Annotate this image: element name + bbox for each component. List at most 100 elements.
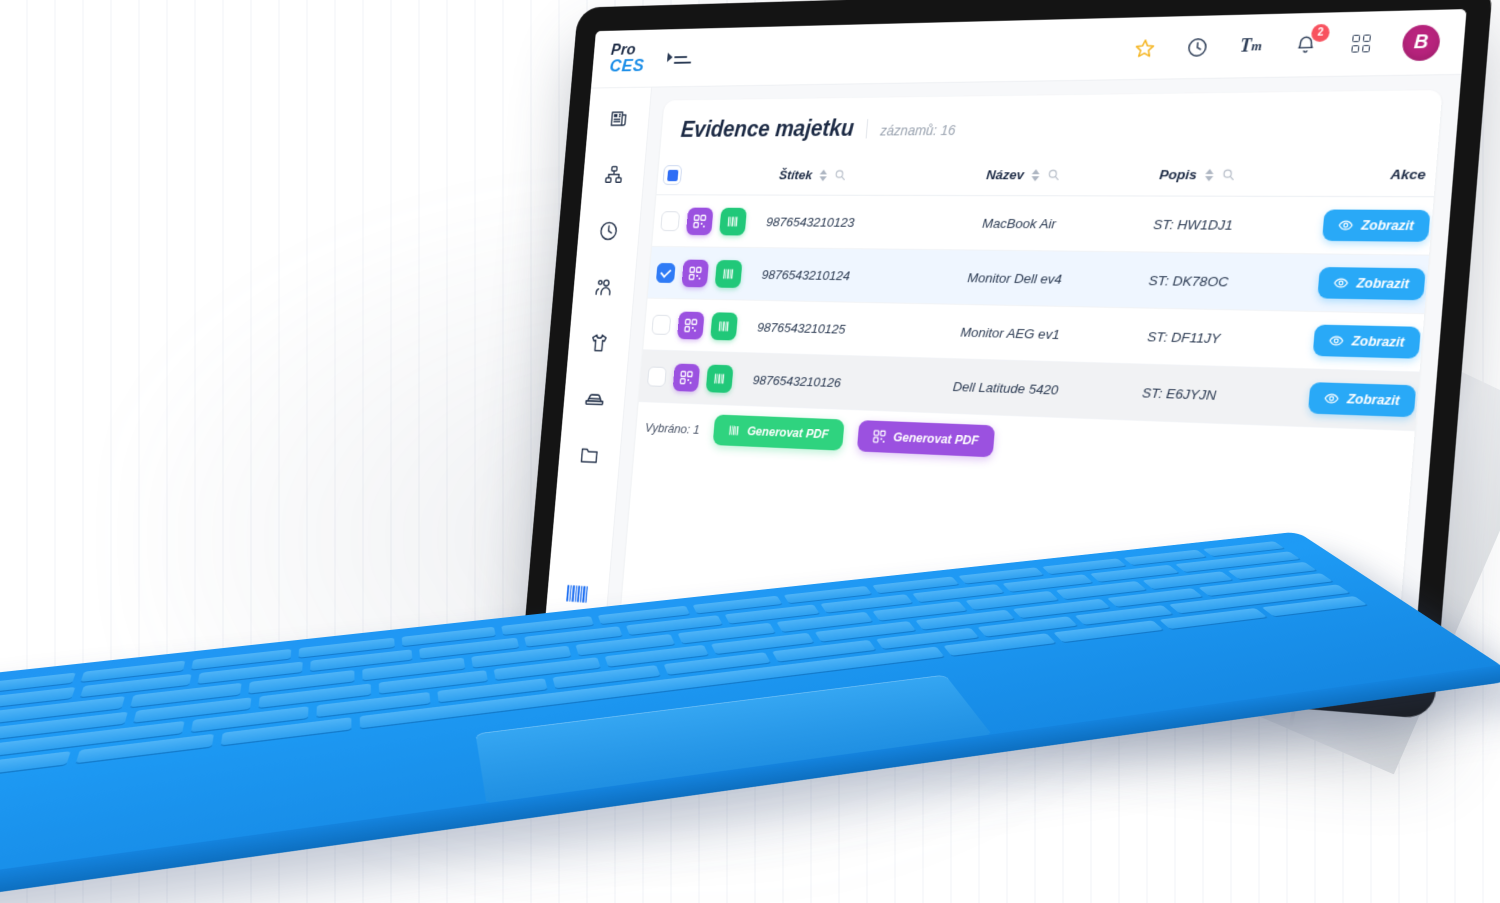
- qr-code-icon[interactable]: [686, 207, 714, 235]
- page-title: Evidence majetku: [680, 115, 855, 142]
- show-button[interactable]: Zobrazit: [1318, 267, 1426, 300]
- show-button-label: Zobrazit: [1346, 392, 1400, 409]
- sidebar-item-history[interactable]: [593, 216, 624, 244]
- barcode-icon[interactable]: [715, 260, 743, 288]
- generate-pdf-qr-label: Generovat PDF: [893, 430, 980, 447]
- sidebar-item-clothing[interactable]: [583, 328, 614, 357]
- search-tag-icon[interactable]: [834, 169, 847, 182]
- app-logo[interactable]: Pro CES: [609, 41, 647, 76]
- notifications-bell-icon[interactable]: 2: [1290, 31, 1320, 59]
- row-desc-value: ST: HW1DJ1: [1105, 196, 1283, 254]
- select-all-checkbox[interactable]: [662, 165, 682, 185]
- sidebar-item-people[interactable]: [588, 272, 619, 301]
- header-select-all-cell: [656, 150, 694, 195]
- topbar-icons: Tт 2 B: [1130, 24, 1441, 66]
- show-button-label: Zobrazit: [1351, 334, 1405, 350]
- history-clock-icon[interactable]: [1183, 33, 1212, 60]
- apps-grid-icon[interactable]: [1346, 30, 1376, 58]
- row-tag-value: 9876543210125: [757, 319, 846, 336]
- row-actions-cell: Zobrazit: [1265, 368, 1443, 435]
- sort-name-icon[interactable]: [1031, 169, 1040, 181]
- header-tag[interactable]: Štítek: [691, 149, 939, 196]
- row-name-value: Monitor AEG ev1: [922, 304, 1101, 363]
- row-actions-cell: Zobrazit: [1279, 196, 1443, 256]
- edit-button[interactable]: [1432, 267, 1443, 302]
- table-head: Štítek Název Popis Akce: [656, 146, 1442, 197]
- logo-line-2: CES: [609, 57, 645, 76]
- notification-badge: 2: [1311, 23, 1330, 41]
- sidebar-item-files[interactable]: [574, 440, 605, 469]
- avatar[interactable]: B: [1401, 24, 1441, 61]
- row-tag-cell: 9876543210123: [652, 195, 935, 250]
- header-name-label: Název: [986, 167, 1025, 182]
- qr-code-icon[interactable]: [677, 311, 705, 339]
- show-button[interactable]: Zobrazit: [1308, 382, 1416, 417]
- pencil-icon: [1437, 335, 1442, 351]
- hamburger-menu-icon[interactable]: [668, 47, 692, 68]
- row-tag-cell: 9876543210125: [643, 298, 926, 358]
- assets-table: Štítek Název Popis Akce 9876543210123 Ma…: [639, 146, 1443, 435]
- sidebar-spacer: [580, 497, 586, 566]
- show-button[interactable]: Zobrazit: [1322, 210, 1430, 242]
- row-actions-cell: Zobrazit: [1274, 253, 1442, 315]
- selected-count-label: Vybráno: 1: [645, 420, 701, 436]
- row-desc-value: ST: E6JYJN: [1091, 363, 1269, 425]
- header-desc-label: Popis: [1159, 167, 1198, 182]
- edit-button[interactable]: [1422, 385, 1442, 420]
- generate-pdf-barcode-label: Generovat PDF: [747, 424, 830, 441]
- qr-code-icon: [872, 429, 886, 443]
- row-name-value: Monitor Dell ev4: [926, 250, 1105, 308]
- show-button[interactable]: Zobrazit: [1313, 325, 1421, 359]
- card-header: Evidence majetku záznamů: 16: [660, 90, 1442, 150]
- eye-icon: [1338, 218, 1354, 233]
- header-name[interactable]: Název: [935, 148, 1113, 196]
- favorites-star-icon[interactable]: [1131, 35, 1159, 62]
- row-desc-value: ST: DF11JY: [1096, 307, 1274, 368]
- header-actions: Akce: [1283, 146, 1442, 197]
- sidebar-item-vehicles[interactable]: [579, 384, 610, 413]
- barcode-icon: [727, 424, 741, 438]
- edit-button[interactable]: [1427, 326, 1442, 361]
- row-desc-value: ST: DK78OC: [1100, 252, 1278, 311]
- eye-icon: [1329, 333, 1345, 348]
- eye-icon: [1324, 391, 1340, 406]
- row-tag-value: 9876543210123: [766, 214, 856, 229]
- header-tag-label: Štítek: [779, 168, 813, 182]
- scene: Pro CES T т 2 B Evidence majetku záznamů…: [0, 0, 1500, 903]
- show-button-label: Zobrazit: [1356, 276, 1410, 292]
- sidebar-item-news[interactable]: [603, 105, 634, 133]
- sidebar-item-structure[interactable]: [598, 161, 629, 189]
- topbar-spacer: [691, 48, 1131, 57]
- records-count: záznamů: 16: [880, 122, 956, 138]
- row-actions-cell: Zobrazit: [1269, 311, 1442, 375]
- header-desc[interactable]: Popis: [1110, 147, 1288, 196]
- row-tag-value: 9876543210126: [752, 372, 841, 389]
- row-tag-value: 9876543210124: [761, 267, 850, 283]
- text-size-icon[interactable]: Tт: [1236, 32, 1265, 59]
- qr-code-icon[interactable]: [681, 259, 709, 287]
- search-desc-icon[interactable]: [1221, 168, 1236, 181]
- row-name-value: MacBook Air: [931, 195, 1110, 251]
- row-tag-cell: 9876543210124: [648, 246, 931, 303]
- search-name-icon[interactable]: [1047, 168, 1061, 181]
- sort-tag-icon[interactable]: [819, 169, 827, 181]
- generate-pdf-qr-button[interactable]: Generovat PDF: [857, 420, 996, 457]
- title-divider: [866, 119, 869, 138]
- row-name-value: Dell Latitude 5420: [917, 358, 1096, 419]
- barcode-icon[interactable]: [706, 364, 734, 392]
- row-checkbox[interactable]: [651, 314, 671, 334]
- row-checkbox[interactable]: [656, 262, 676, 282]
- sort-desc-icon[interactable]: [1205, 168, 1214, 180]
- qr-code-icon[interactable]: [673, 363, 701, 391]
- row-checkbox[interactable]: [660, 211, 680, 231]
- show-button-label: Zobrazit: [1361, 218, 1415, 233]
- barcode-icon[interactable]: [710, 312, 738, 340]
- barcode-icon[interactable]: [719, 207, 747, 235]
- eye-icon: [1333, 276, 1349, 291]
- row-checkbox[interactable]: [647, 366, 667, 386]
- generate-pdf-barcode-button[interactable]: Generovat PDF: [712, 414, 844, 450]
- table-header-row: Štítek Název Popis Akce: [656, 146, 1442, 197]
- edit-button[interactable]: [1437, 209, 1443, 243]
- table-body: 9876543210123 MacBook Air ST: HW1DJ1 Zob…: [639, 195, 1443, 435]
- pencil-icon: [1432, 394, 1442, 411]
